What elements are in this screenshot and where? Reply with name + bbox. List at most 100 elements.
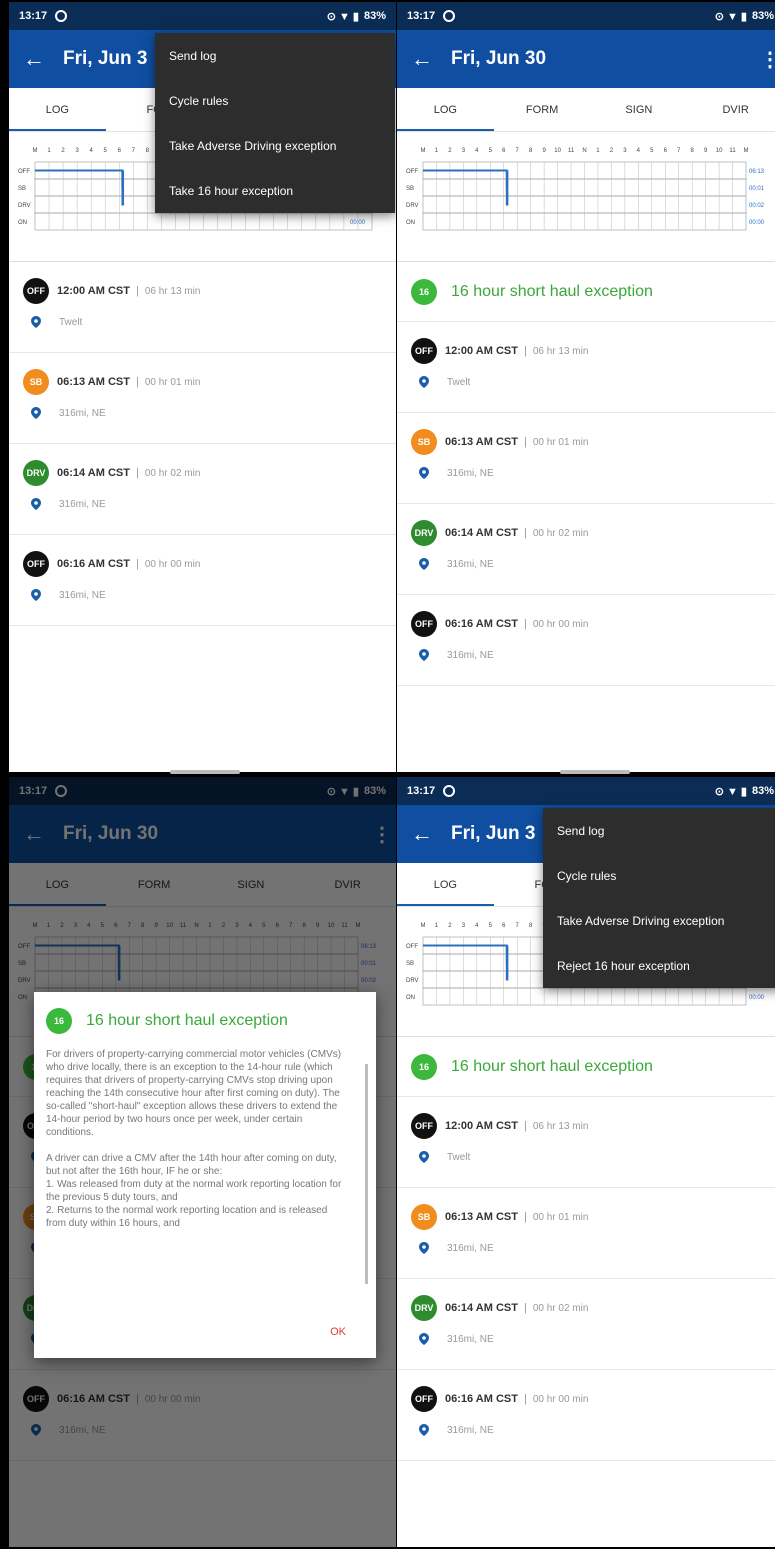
menu-adverse-driving[interactable]: Take Adverse Driving exception [543,898,775,943]
location-pin-icon [419,1333,429,1345]
menu-send-log[interactable]: Send log [543,808,775,853]
entry-time: 06:16 AM CST [57,558,130,570]
row-label: ON [406,995,415,1001]
status-time: 13:17 [19,10,48,22]
tab-log[interactable]: LOG [397,863,494,906]
hour-label: 5 [650,148,654,154]
dialog-scrollbar[interactable] [365,1064,368,1284]
ok-button[interactable]: OK [330,1326,346,1338]
app-bar: ← Fri, Jun 30 ⋮ [397,30,775,88]
more-vert-icon[interactable]: ⋮ [760,47,775,72]
exception-dialog: 16 16 hour short haul exception For drive… [34,992,376,1358]
tab-dvir[interactable]: DVIR [687,88,775,131]
separator: | [135,285,139,297]
location-pin-icon [31,498,41,510]
log-entry[interactable]: DRV 06:14 AM CST | 00 hr 02 min 316mi, NE [397,1279,775,1370]
entry-duration: 00 hr 00 min [144,558,201,570]
hour-label: 7 [516,148,520,154]
log-entry[interactable]: DRV 06:14 AM CST | 00 hr 02 min 316mi, NE [397,504,775,595]
screenshot-collage: 13:17 ⊙ ▼ ▮83% ← Fri, Jun 3 LOG FO M1234… [0,0,775,1549]
log-entry[interactable]: OFF 12:00 AM CST | 06 hr 13 min Twelt [397,1097,775,1188]
entry-duration: 00 hr 00 min [532,1393,589,1405]
log-entry[interactable]: SB 06:13 AM CST | 00 hr 01 min 316mi, NE [397,1188,775,1279]
log-entry[interactable]: SB 06:13 AM CST | 00 hr 01 min 316mi, NE [397,413,775,504]
hour-label: 2 [610,148,614,154]
menu-send-log[interactable]: Send log [155,33,395,78]
status-bar: 13:17 ⊙ ▼ ▮ 83% [397,2,775,30]
status-time: 13:17 [407,785,436,797]
entry-time: 06:14 AM CST [445,527,518,539]
status-badge: DRV [411,1295,437,1321]
hour-label: N [582,148,586,154]
page-title: Fri, Jun 3 [451,823,536,844]
dialog-item-1: 1. Was released from duty at the normal … [46,1179,342,1203]
duty-status-line [423,944,509,981]
entry-time: 06:13 AM CST [445,436,518,448]
entry-time: 06:14 AM CST [57,467,130,479]
exception-banner[interactable]: 16 16 hour short haul exception [397,1037,775,1097]
log-chart: M 1 2 3 4 5 6 7 8 9 10 11 N 1 2 3 4 5 6 7 8 9 10 11 M OFF 06:13 SB 0… [397,132,775,262]
log-entry[interactable]: OFF 12:00 AM CST | 06 hr 13 min Twelt [397,322,775,413]
separator: | [523,1393,527,1405]
entry-duration: 06 hr 13 min [144,285,201,297]
exception-badge: 16 [411,1053,437,1080]
status-badge: OFF [411,338,437,364]
tab-form[interactable]: FORM [494,88,591,131]
back-arrow-icon[interactable]: ← [411,46,451,72]
menu-take-16-hour[interactable]: Take 16 hour exception [155,168,395,213]
tab-log[interactable]: LOG [9,88,106,131]
back-arrow-icon[interactable]: ← [411,821,451,847]
entry-location: 316mi, NE [447,1242,494,1254]
menu-cycle-rules[interactable]: Cycle rules [543,853,775,898]
status-badge: OFF [411,1113,437,1139]
duty-status-line [423,169,509,206]
entry-location: 316mi, NE [447,649,494,661]
hour-label: 4 [475,148,479,154]
entry-duration: 06 hr 13 min [532,345,589,357]
location-pin-icon [419,376,429,388]
entry-duration: 06 hr 13 min [532,1120,589,1132]
drag-handle[interactable] [170,770,240,774]
log-entry[interactable]: SB 06:13 AM CST | 00 hr 01 min 316mi, NE [9,353,396,444]
entry-location: 316mi, NE [59,498,106,510]
log-entry[interactable]: OFF 12:00 AM CST | 06 hr 13 min Twelt [9,262,396,353]
menu-reject-16-hour[interactable]: Reject 16 hour exception [543,943,775,988]
tab-log[interactable]: LOG [397,88,494,131]
entry-duration: 00 hr 01 min [532,436,589,448]
hour-label: 4 [89,148,93,154]
location-pin-icon [419,558,429,570]
entry-time: 06:16 AM CST [445,618,518,630]
tab-sign[interactable]: SIGN [591,88,688,131]
row-label: SB [406,961,414,967]
hour-label: 7 [677,148,681,154]
sync-icon [55,10,68,22]
status-badge: DRV [411,520,437,546]
overflow-menu: Send log Cycle rules Take Adverse Drivin… [155,33,395,213]
duty-status-line [35,169,125,206]
dialog-paragraph-2: A driver can drive a CMV after the 14th … [46,1153,337,1177]
entry-list: OFF 12:00 AM CST | 06 hr 13 min Twelt SB 06:13… [9,262,396,626]
hour-label: 8 [529,923,533,929]
log-entry[interactable]: OFF 06:16 AM CST | 00 hr 00 min 316mi, NE [9,535,396,626]
back-arrow-icon[interactable]: ← [23,46,63,72]
entry-location: Twelt [59,316,83,328]
entry-time: 12:00 AM CST [445,345,518,357]
log-entry[interactable]: OFF 06:16 AM CST | 00 hr 00 min 316mi, NE [397,595,775,686]
panel-exception-dialog: 13:17 ⊙ ▼ ▮83% ← Fri, Jun 30 ⋮ LOG FORM … [9,777,396,1547]
hour-label: 8 [529,148,533,154]
panel-log-exception: 13:17 ⊙ ▼ ▮ 83% ← Fri, Jun 30 ⋮ LOG FORM … [397,2,775,772]
log-entry[interactable]: OFF 06:16 AM CST | 00 hr 00 min 316mi, NE [397,1370,775,1461]
entry-time: 06:13 AM CST [57,376,130,388]
separator: | [135,558,139,570]
status-badge: OFF [411,1386,437,1412]
log-entry[interactable]: DRV 06:14 AM CST | 00 hr 02 min 316mi, NE [9,444,396,535]
menu-cycle-rules[interactable]: Cycle rules [155,78,395,123]
row-label: DRV [18,203,31,209]
entry-duration: 00 hr 02 min [532,527,589,539]
menu-adverse-driving[interactable]: Take Adverse Driving exception [155,123,395,168]
separator: | [523,345,527,357]
exception-banner[interactable]: 16 16 hour short haul exception [397,262,775,322]
entry-duration: 00 hr 00 min [532,618,589,630]
drag-handle[interactable] [560,770,630,774]
row-label: ON [406,220,415,226]
